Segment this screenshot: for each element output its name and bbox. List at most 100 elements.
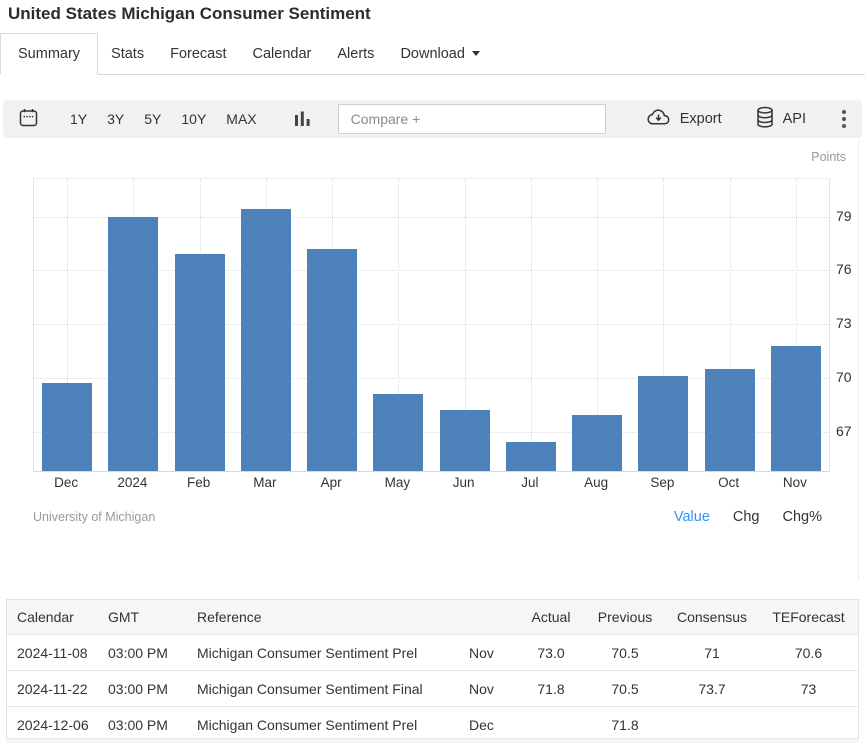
chart-link-chgpct[interactable]: Chg%: [783, 509, 823, 525]
bar-feb[interactable]: [175, 254, 225, 471]
bar-oct[interactable]: [705, 369, 755, 471]
y-tick-label: 73: [836, 315, 852, 331]
x-tick-label: Sep: [650, 475, 674, 490]
bar-dec[interactable]: [42, 383, 92, 471]
calendar-icon: [18, 107, 39, 131]
table-cell: 73.0: [517, 635, 585, 671]
chart-plot-area: [33, 178, 830, 472]
range-buttons: 1Y3Y5Y10YMAX: [60, 100, 267, 138]
page: United States Michigan Consumer Sentimen…: [0, 0, 865, 743]
chart-source: University of Michigan: [33, 510, 155, 524]
table-cell: 70.5: [585, 635, 665, 671]
more-options-button[interactable]: [842, 110, 846, 128]
table-cell: Michigan Consumer Sentiment Final: [197, 671, 469, 707]
bar-nov[interactable]: [771, 346, 821, 471]
x-tick-label: Dec: [54, 475, 78, 490]
table-cell: 73: [759, 671, 858, 707]
table-row[interactable]: 2024-11-0803:00 PMMichigan Consumer Sent…: [7, 635, 858, 671]
tab-label: Summary: [18, 46, 80, 62]
bar-2024[interactable]: [108, 217, 158, 471]
chart-link-chg[interactable]: Chg: [733, 509, 760, 525]
x-tick-label: Mar: [253, 475, 276, 490]
bar-sep[interactable]: [638, 376, 688, 471]
table-row[interactable]: 2024-12-0603:00 PMMichigan Consumer Sent…: [7, 707, 858, 743]
table-row[interactable]: 2024-11-2203:00 PMMichigan Consumer Sent…: [7, 671, 858, 707]
chart-link-value[interactable]: Value: [674, 509, 710, 525]
chart-type-button[interactable]: [294, 109, 311, 130]
x-tick-label: Aug: [584, 475, 608, 490]
column-header-calendar: Calendar: [7, 600, 108, 635]
table-cell: [665, 707, 759, 743]
export-label: Export: [680, 111, 722, 127]
bar-apr[interactable]: [307, 249, 357, 471]
column-header-previous: Previous: [585, 600, 665, 635]
table-cell: Michigan Consumer Sentiment Prel: [197, 635, 469, 671]
y-tick-label: 76: [836, 261, 852, 277]
y-tick-label: 79: [836, 208, 852, 224]
tab-label: Calendar: [253, 46, 312, 62]
tab-label: Alerts: [337, 46, 374, 62]
x-tick-label: Feb: [187, 475, 210, 490]
tab-calendar[interactable]: Calendar: [240, 33, 325, 74]
table-cell: 2024-11-22: [7, 671, 108, 707]
export-button[interactable]: Export: [645, 107, 722, 131]
table-cell: 03:00 PM: [108, 707, 197, 743]
date-range-calendar-button[interactable]: [18, 107, 39, 131]
api-button[interactable]: API: [755, 106, 806, 133]
range-button-10y[interactable]: 10Y: [171, 100, 216, 138]
table-cell: Nov: [469, 671, 517, 707]
x-tick-label: Apr: [321, 475, 342, 490]
tab-bar: Summary Stats Forecast Calendar Alerts Downlo…: [0, 33, 865, 75]
table-cell: Nov: [469, 635, 517, 671]
x-tick-label: May: [385, 475, 411, 490]
tab-summary[interactable]: Summary: [0, 33, 98, 75]
api-label: API: [783, 111, 806, 127]
table-cell: [517, 707, 585, 743]
table-cell: 71.8: [517, 671, 585, 707]
x-tick-label: 2024: [117, 475, 147, 490]
bar-jul[interactable]: [506, 442, 556, 471]
column-header-teforecast: TEForecast: [759, 600, 858, 635]
tab-alerts[interactable]: Alerts: [324, 33, 387, 74]
y-tick-label: 67: [836, 423, 852, 439]
calendar-table: CalendarGMTReferenceActualPreviousConsen…: [6, 599, 859, 742]
y-axis-unit-label: Points: [811, 150, 846, 164]
x-tick-label: Jun: [453, 475, 475, 490]
y-tick-label: 70: [836, 369, 852, 385]
x-tick-label: Jul: [521, 475, 538, 490]
table-cell: 03:00 PM: [108, 671, 197, 707]
column-header-gmt: GMT: [108, 600, 197, 635]
table-cell: 2024-12-06: [7, 707, 108, 743]
tab-label: Forecast: [170, 46, 226, 62]
caret-down-icon: [472, 51, 480, 56]
range-button-max[interactable]: MAX: [216, 100, 266, 138]
table-cell: 2024-11-08: [7, 635, 108, 671]
x-tick-label: Nov: [783, 475, 807, 490]
compare-input[interactable]: [338, 104, 606, 134]
chart-right-edge-line: [858, 140, 859, 580]
table-cell: 70.6: [759, 635, 858, 671]
range-button-1y[interactable]: 1Y: [60, 100, 97, 138]
table-cell: Dec: [469, 707, 517, 743]
table-cell: 71: [665, 635, 759, 671]
table-cell: 73.7: [665, 671, 759, 707]
tab-download[interactable]: Download: [387, 33, 493, 74]
bar-mar[interactable]: [241, 209, 291, 471]
tab-stats[interactable]: Stats: [98, 33, 157, 74]
range-button-3y[interactable]: 3Y: [97, 100, 134, 138]
table-header-row: CalendarGMTReferenceActualPreviousConsen…: [7, 600, 858, 635]
tab-label: Stats: [111, 46, 144, 62]
next-section-edge: [6, 738, 859, 743]
tab-forecast[interactable]: Forecast: [157, 33, 239, 74]
database-icon: [755, 106, 775, 133]
bar-jun[interactable]: [440, 410, 490, 471]
cloud-download-icon: [645, 107, 672, 131]
range-button-5y[interactable]: 5Y: [134, 100, 171, 138]
column-header-month: [469, 600, 517, 635]
bar-aug[interactable]: [572, 415, 622, 471]
table-cell: Michigan Consumer Sentiment Prel: [197, 707, 469, 743]
x-tick-label: Oct: [718, 475, 739, 490]
table-cell: 70.5: [585, 671, 665, 707]
bar-may[interactable]: [373, 394, 423, 471]
column-header-consensus: Consensus: [665, 600, 759, 635]
